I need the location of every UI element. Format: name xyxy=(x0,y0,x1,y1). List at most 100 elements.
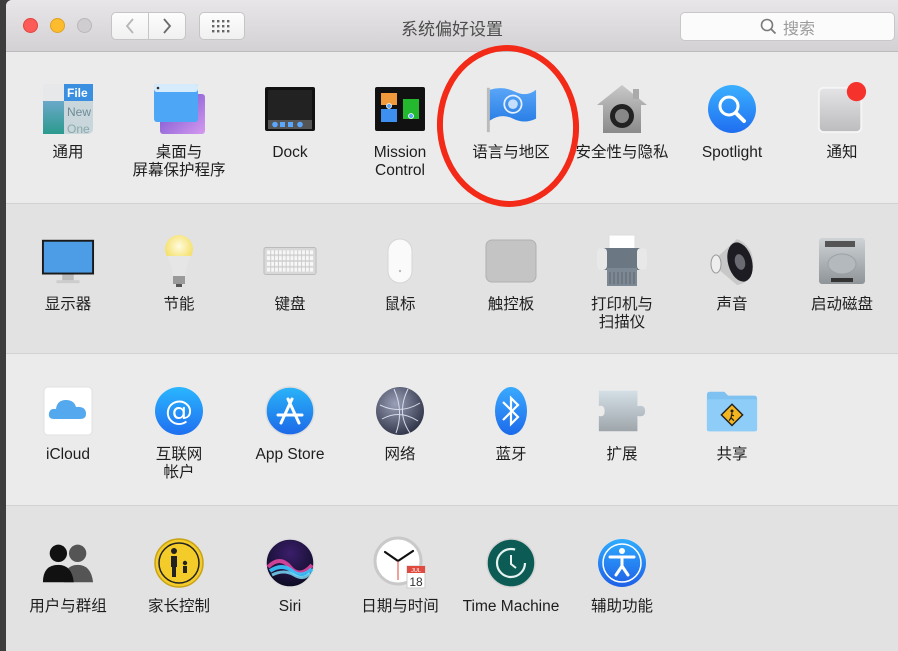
printer-icon xyxy=(595,234,649,288)
pane-label: Mission Control xyxy=(373,144,427,179)
lightbulb-icon xyxy=(152,234,206,288)
section-internet-wireless: iCloud @ 互联网 帐户 App Store 网络 蓝牙 扩展 共享 xyxy=(6,354,898,506)
pane-sound[interactable]: 声音 xyxy=(677,234,787,314)
parental-controls-icon xyxy=(152,536,206,590)
svg-text:New: New xyxy=(67,105,91,119)
spotlight-icon xyxy=(705,82,759,136)
zoom-button[interactable] xyxy=(77,18,92,33)
icloud-icon xyxy=(41,384,95,438)
display-icon xyxy=(41,234,95,288)
pane-security-privacy[interactable]: 安全性与隐私 xyxy=(567,82,677,162)
pane-label: Dock xyxy=(272,144,308,161)
search-icon xyxy=(760,18,777,35)
pane-label: 用户与群组 xyxy=(29,598,107,615)
pane-label: 启动磁盘 xyxy=(810,296,873,313)
pane-network[interactable]: 网络 xyxy=(345,384,455,464)
mouse-icon xyxy=(373,234,427,288)
pane-startup-disk[interactable]: 启动磁盘 xyxy=(787,234,897,314)
pane-notifications[interactable]: 通知 xyxy=(787,82,897,162)
trackpad-icon xyxy=(484,234,538,288)
pane-label: 声音 xyxy=(716,296,748,313)
pane-keyboard[interactable]: 键盘 xyxy=(235,234,345,314)
pane-label: 语言与地区 xyxy=(472,144,550,161)
pane-language-region[interactable]: 语言与地区 xyxy=(456,82,566,162)
pane-label: 安全性与隐私 xyxy=(575,144,669,161)
pane-label: App Store xyxy=(255,446,325,463)
pane-energy-saver[interactable]: 节能 xyxy=(124,234,234,314)
svg-text:One: One xyxy=(67,122,90,135)
network-globe-icon xyxy=(373,384,427,438)
pane-label: 通用 xyxy=(52,144,84,161)
pane-desktop-screensaver[interactable]: 桌面与 屏幕保护程序 xyxy=(124,82,234,180)
pane-label: Siri xyxy=(278,598,302,615)
pane-icloud[interactable]: iCloud xyxy=(13,384,123,464)
pane-mission-control[interactable]: Mission Control xyxy=(345,82,455,180)
puzzle-icon xyxy=(595,384,649,438)
pane-users-groups[interactable]: 用户与群组 xyxy=(13,536,123,616)
pane-label: 互联网 帐户 xyxy=(155,446,203,481)
notifications-icon xyxy=(815,82,869,136)
system-preferences-window: 系统偏好设置 搜索 File New One 通用 桌面与 屏幕保护程序 Doc… xyxy=(6,0,898,651)
time-machine-icon xyxy=(484,536,538,590)
pane-printers-scanners[interactable]: 打印机与 扫描仪 xyxy=(567,234,677,332)
svg-text:18: 18 xyxy=(409,575,423,589)
pane-accessibility[interactable]: 辅助功能 xyxy=(567,536,677,616)
chevron-left-icon xyxy=(125,18,134,34)
at-sign-icon: @ xyxy=(152,384,206,438)
pane-label: iCloud xyxy=(46,446,90,463)
search-placeholder: 搜索 xyxy=(782,20,815,38)
pane-date-time[interactable]: JUL 18 日期与时间 xyxy=(345,536,455,616)
close-button[interactable] xyxy=(23,18,38,33)
dock-icon xyxy=(263,82,317,136)
grid-icon xyxy=(212,20,230,33)
pane-label: 网络 xyxy=(384,446,416,463)
keyboard-icon xyxy=(263,234,317,288)
un-flag-icon xyxy=(484,82,538,136)
security-house-icon xyxy=(595,82,649,136)
search-field[interactable]: 搜索 xyxy=(680,12,895,41)
back-button[interactable] xyxy=(111,12,149,40)
svg-text:@: @ xyxy=(165,394,193,427)
pane-label: 家长控制 xyxy=(147,598,210,615)
pane-siri[interactable]: Siri xyxy=(235,536,345,616)
pane-parental-controls[interactable]: 家长控制 xyxy=(124,536,234,616)
pane-label: 日期与时间 xyxy=(361,598,439,615)
clock-calendar-icon: JUL 18 xyxy=(373,536,427,590)
svg-text:JUL: JUL xyxy=(411,568,421,574)
pane-sharing[interactable]: 共享 xyxy=(677,384,787,464)
pane-label: 节能 xyxy=(163,296,195,313)
pane-label: 蓝牙 xyxy=(495,446,527,463)
accessibility-icon xyxy=(595,536,649,590)
general-icon: File New One xyxy=(41,82,95,136)
pane-label: Time Machine xyxy=(462,598,560,615)
hard-disk-icon xyxy=(815,234,869,288)
pane-app-store[interactable]: App Store xyxy=(235,384,345,464)
app-store-icon xyxy=(263,384,317,438)
pane-mouse[interactable]: 鼠标 xyxy=(345,234,455,314)
show-all-button[interactable] xyxy=(199,12,245,40)
pane-label: 显示器 xyxy=(44,296,92,313)
titlebar: 系统偏好设置 搜索 xyxy=(6,0,898,52)
pane-label: 桌面与 屏幕保护程序 xyxy=(132,144,226,179)
pane-label: 共享 xyxy=(716,446,748,463)
pane-spotlight[interactable]: Spotlight xyxy=(677,82,787,162)
pane-label: 鼠标 xyxy=(384,296,416,313)
section-system: 用户与群组 家长控制 Siri JUL 18 日期与时间 Time Machin… xyxy=(6,506,898,651)
siri-icon xyxy=(263,536,317,590)
pane-dock[interactable]: Dock xyxy=(235,82,345,162)
pane-bluetooth[interactable]: 蓝牙 xyxy=(456,384,566,464)
pane-time-machine[interactable]: Time Machine xyxy=(456,536,566,616)
minimize-button[interactable] xyxy=(50,18,65,33)
pane-general[interactable]: File New One 通用 xyxy=(13,82,123,162)
pane-label: Spotlight xyxy=(701,144,763,161)
forward-button[interactable] xyxy=(149,12,186,40)
pane-label: 扩展 xyxy=(606,446,638,463)
section-hardware: 显示器 节能 键盘 鼠标 触控板 打印机与 扫描仪 声音 启动磁盘 xyxy=(6,204,898,354)
speaker-icon xyxy=(705,234,759,288)
sharing-folder-icon xyxy=(705,384,759,438)
pane-internet-accounts[interactable]: @ 互联网 帐户 xyxy=(124,384,234,482)
section-personal: File New One 通用 桌面与 屏幕保护程序 Dock Mission … xyxy=(6,52,898,204)
pane-trackpad[interactable]: 触控板 xyxy=(456,234,566,314)
pane-displays[interactable]: 显示器 xyxy=(13,234,123,314)
pane-extensions[interactable]: 扩展 xyxy=(567,384,677,464)
